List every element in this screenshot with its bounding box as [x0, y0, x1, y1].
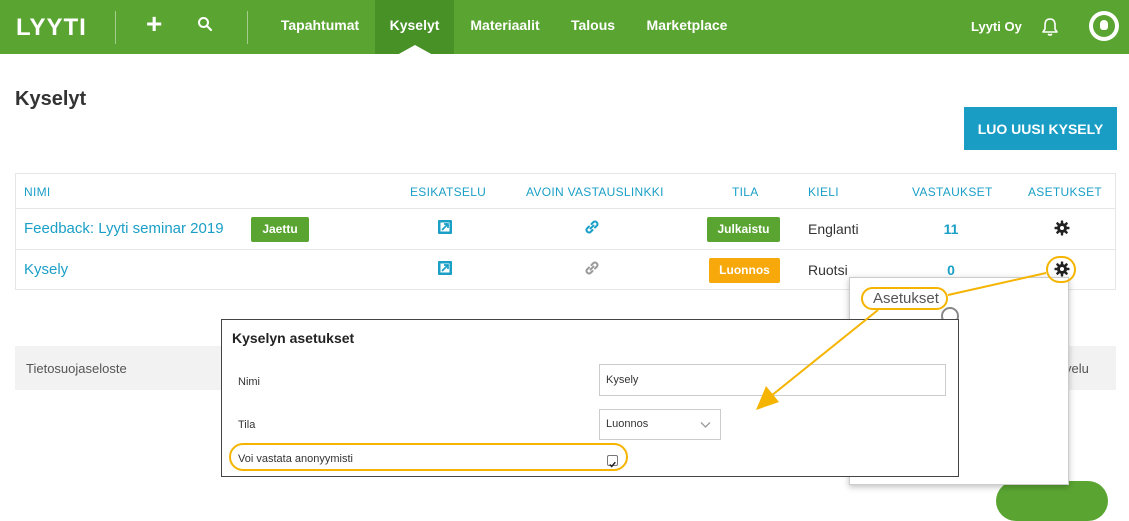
arrow-head-icon	[756, 386, 779, 410]
arrow-line	[765, 309, 879, 401]
annotation-arrows	[756, 272, 1047, 410]
connector-line	[947, 272, 1047, 296]
